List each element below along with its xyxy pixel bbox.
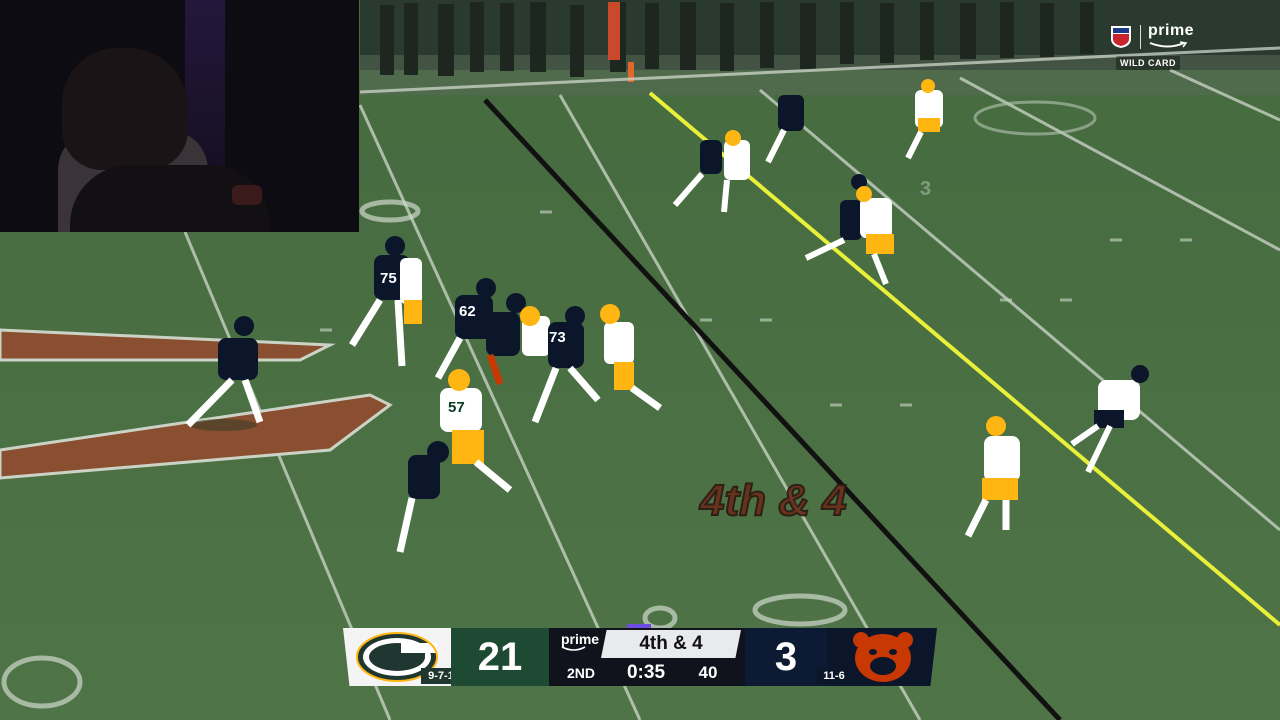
scorebug: 9-7-1 21 prime 4th & 4 2ND 0:35 40 3 11-…: [343, 624, 937, 686]
jersey-number: 75: [380, 270, 397, 287]
field-number-3: 3: [920, 178, 931, 200]
jersey-number: 62: [459, 303, 476, 320]
game-state-panel: prime 4th & 4 2ND 0:35 40: [549, 628, 745, 686]
broadcast-logo: prime WILD CARD: [1108, 22, 1194, 72]
webcam-streamer-head: [62, 48, 188, 170]
prime-smile-icon: [1149, 41, 1188, 48]
jersey-number: 73: [549, 329, 566, 346]
logo-divider: [1140, 25, 1141, 49]
broadcast-view: 3 4th & 4 75 62 73 57 prime WILD CARD 9-…: [0, 0, 1280, 720]
scorebug-network-label: prime: [560, 631, 600, 647]
down-and-distance: 4th & 4: [601, 630, 741, 658]
nfl-shield-icon: [1111, 26, 1131, 48]
game-clock: 0:35: [626, 662, 666, 683]
home-team-score: 3: [745, 628, 827, 686]
play-clock: 40: [698, 663, 718, 682]
wildcard-label: WILD CARD: [1116, 56, 1180, 70]
streamer-webcam: [0, 0, 359, 232]
field-down-graphic: 4th & 4: [699, 476, 847, 525]
home-team-record: 11-6: [817, 668, 851, 684]
jersey-number: 57: [448, 399, 465, 416]
away-team-score: 21: [451, 628, 549, 686]
prime-smile-icon: [561, 646, 586, 651]
quarter-indicator: 2ND: [566, 665, 595, 681]
prime-logo-text: prime: [1148, 22, 1195, 39]
bears-head-logo-icon: [853, 632, 913, 682]
webcam-headset: [232, 185, 262, 205]
